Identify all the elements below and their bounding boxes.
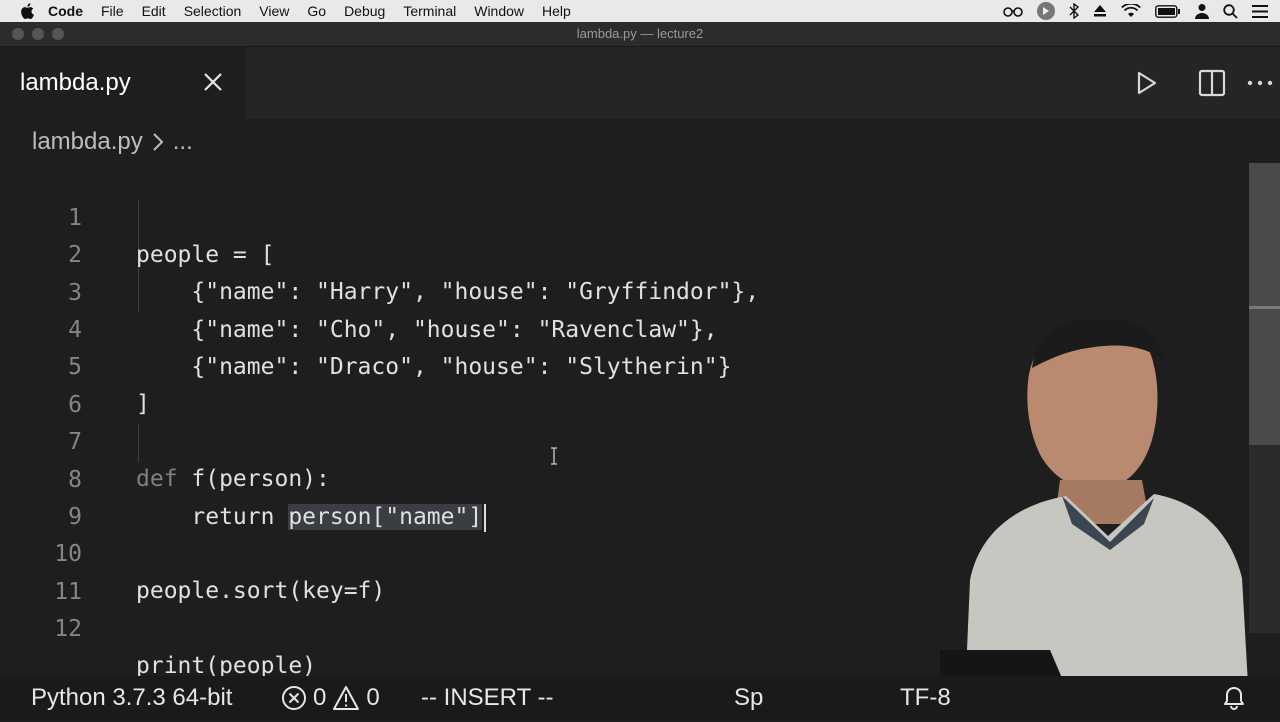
menu-file[interactable]: File: [101, 3, 124, 19]
menu-view[interactable]: View: [259, 3, 289, 19]
breadcrumb-more[interactable]: ...: [173, 128, 193, 156]
editor-actions: [1080, 47, 1280, 119]
menu-help[interactable]: Help: [542, 3, 571, 19]
glasses-icon[interactable]: [1003, 5, 1023, 17]
media-skip-icon[interactable]: [1037, 2, 1055, 20]
play-icon[interactable]: [1132, 69, 1160, 97]
menu-debug[interactable]: Debug: [344, 3, 385, 19]
apple-icon[interactable]: [20, 3, 34, 19]
encoding-setting[interactable]: TF-8: [900, 684, 951, 712]
scrollbar-cursor-marker: [1249, 306, 1280, 309]
split-editor-icon[interactable]: [1198, 69, 1226, 97]
menu-code[interactable]: Code: [48, 3, 83, 19]
window-title-bar: lambda.py — lecture2: [0, 22, 1280, 47]
user-icon[interactable]: [1195, 3, 1209, 19]
menu-extras: [1003, 0, 1268, 22]
vertical-scrollbar[interactable]: [1249, 163, 1280, 633]
window-title: lambda.py — lecture2: [576, 26, 704, 41]
search-icon[interactable]: [1223, 3, 1238, 19]
breadcrumb: lambda.py ...: [32, 126, 193, 158]
bell-icon[interactable]: [1221, 685, 1247, 711]
menu-edit[interactable]: Edit: [142, 3, 166, 19]
menu-go[interactable]: Go: [307, 3, 326, 19]
menu-selection[interactable]: Selection: [184, 3, 242, 19]
tab-lambda-py[interactable]: lambda.py: [0, 47, 245, 119]
code-line: 2 {"name": "Harry", "house": "Gryffindor…: [0, 200, 1248, 305]
error-count: 0: [313, 684, 327, 711]
code-line: 3 {"name": "Cho", "house": "Ravenclaw"},: [0, 238, 1248, 343]
python-interpreter[interactable]: Python 3.7.3 64-bit: [31, 684, 232, 712]
mouse-ibeam-icon: [551, 447, 557, 465]
notification-center-icon[interactable]: [1252, 4, 1268, 18]
bluetooth-icon[interactable]: [1069, 3, 1079, 19]
tab-label: lambda.py: [20, 69, 131, 96]
problems-indicator[interactable]: 0 0: [281, 684, 380, 712]
menu-terminal[interactable]: Terminal: [403, 3, 456, 19]
wifi-icon[interactable]: [1121, 4, 1141, 18]
vim-mode: -- INSERT --: [421, 684, 554, 711]
warning-count: 0: [366, 684, 380, 711]
menu-window[interactable]: Window: [474, 3, 524, 19]
chevron-right-icon: [153, 133, 164, 151]
code-line: 1 people = [: [0, 163, 1248, 268]
error-icon: [282, 686, 306, 710]
tab-bar: lambda.py: [0, 47, 1280, 119]
more-icon[interactable]: [1246, 69, 1274, 97]
indentation-setting[interactable]: Sp: [734, 684, 763, 712]
scrollbar-thumb[interactable]: [1249, 163, 1280, 445]
warning-icon: [333, 686, 360, 710]
close-icon[interactable]: [202, 71, 224, 93]
eject-icon[interactable]: [1093, 4, 1107, 18]
breadcrumb-file[interactable]: lambda.py: [32, 128, 143, 156]
code-line: 4 {"name": "Draco", "house": "Slytherin"…: [0, 275, 1248, 380]
presenter-video-overlay: [940, 320, 1250, 720]
menu-bar: Code File Edit Selection View Go Debug T…: [0, 0, 1280, 22]
status-bar: Python 3.7.3 64-bit 0 0 -- INSERT -- Sp …: [0, 676, 1280, 720]
battery-icon[interactable]: [1155, 4, 1181, 18]
line-number: 12: [54, 616, 82, 642]
